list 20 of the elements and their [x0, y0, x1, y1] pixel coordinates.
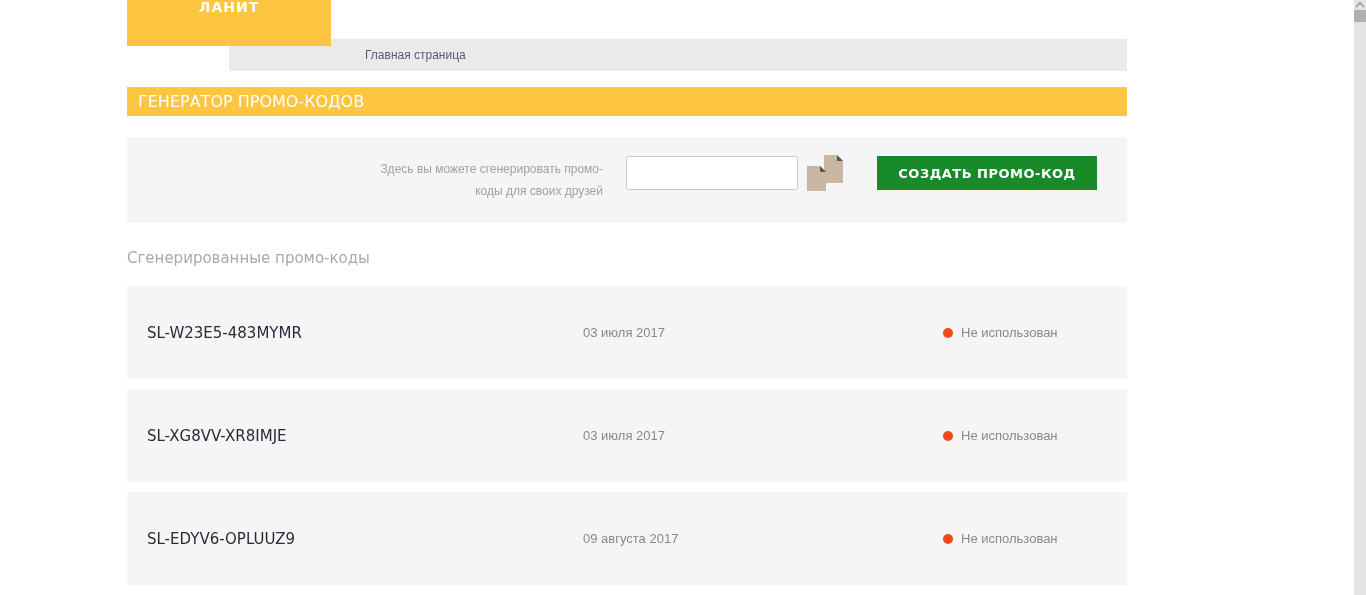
- copy-icon[interactable]: [806, 155, 844, 192]
- breadcrumb-link[interactable]: Главная страница: [365, 48, 466, 63]
- promo-code: SL-W23E5-483MYMR: [147, 323, 303, 342]
- list-heading: Сгенерированные промо-коды: [127, 249, 371, 270]
- status-text: Не использован: [961, 531, 1058, 546]
- promo-date: 09 августа 2017: [583, 531, 680, 546]
- status-text: Не использован: [961, 428, 1058, 443]
- promo-code: SL-XG8VV-XR8IMJE: [147, 426, 288, 445]
- scrollbar[interactable]: [1354, 0, 1366, 595]
- promo-code: SL-EDYV6-OPLUUZ9: [147, 529, 296, 548]
- generator-description: Здесь вы можете сгенерировать промо-коды для своих друзей: [379, 161, 603, 201]
- scroll-thumb[interactable]: [1354, 10, 1366, 22]
- logo-text: ЛАНИТ: [198, 0, 260, 14]
- section-title: ГЕНЕРАТОР ПРОМО-КОДОВ: [127, 87, 1127, 116]
- promo-code-field[interactable]: [626, 156, 798, 191]
- scroll-up-icon[interactable]: [1354, 1, 1366, 9]
- promo-date: 03 июля 2017: [583, 428, 666, 443]
- status-text: Не использован: [961, 325, 1058, 340]
- promo-date: 03 июля 2017: [583, 325, 666, 340]
- create-promo-code-button[interactable]: СОЗДАТЬ ПРОМО-КОД: [877, 156, 1097, 191]
